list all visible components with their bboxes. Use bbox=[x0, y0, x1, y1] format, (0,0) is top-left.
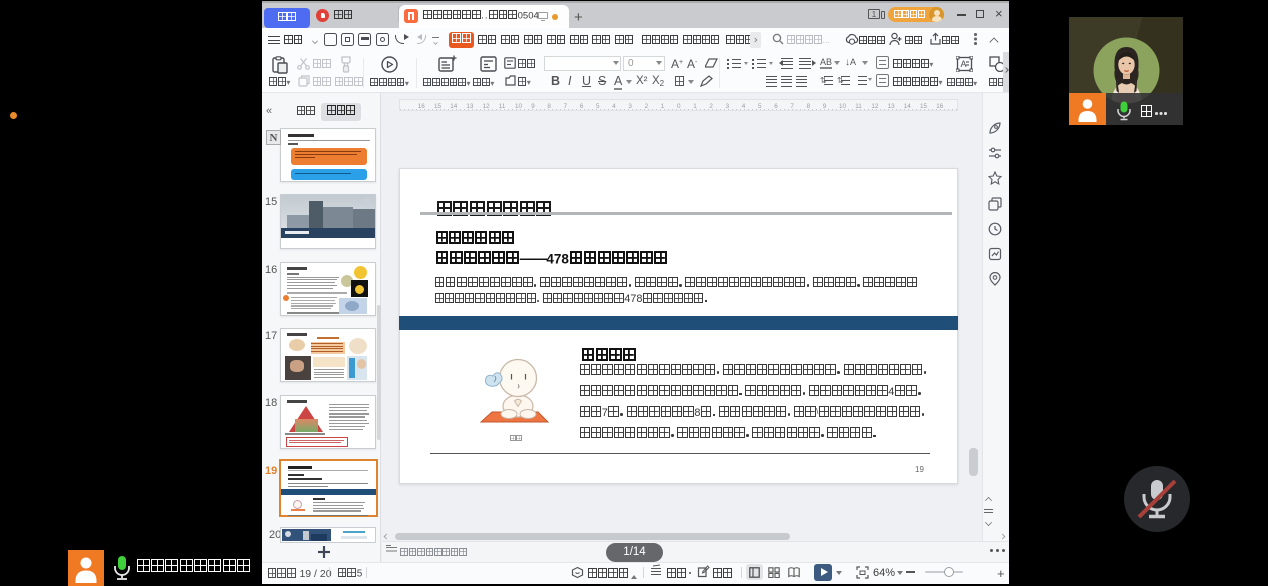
svg-text:A: A bbox=[961, 59, 967, 69]
